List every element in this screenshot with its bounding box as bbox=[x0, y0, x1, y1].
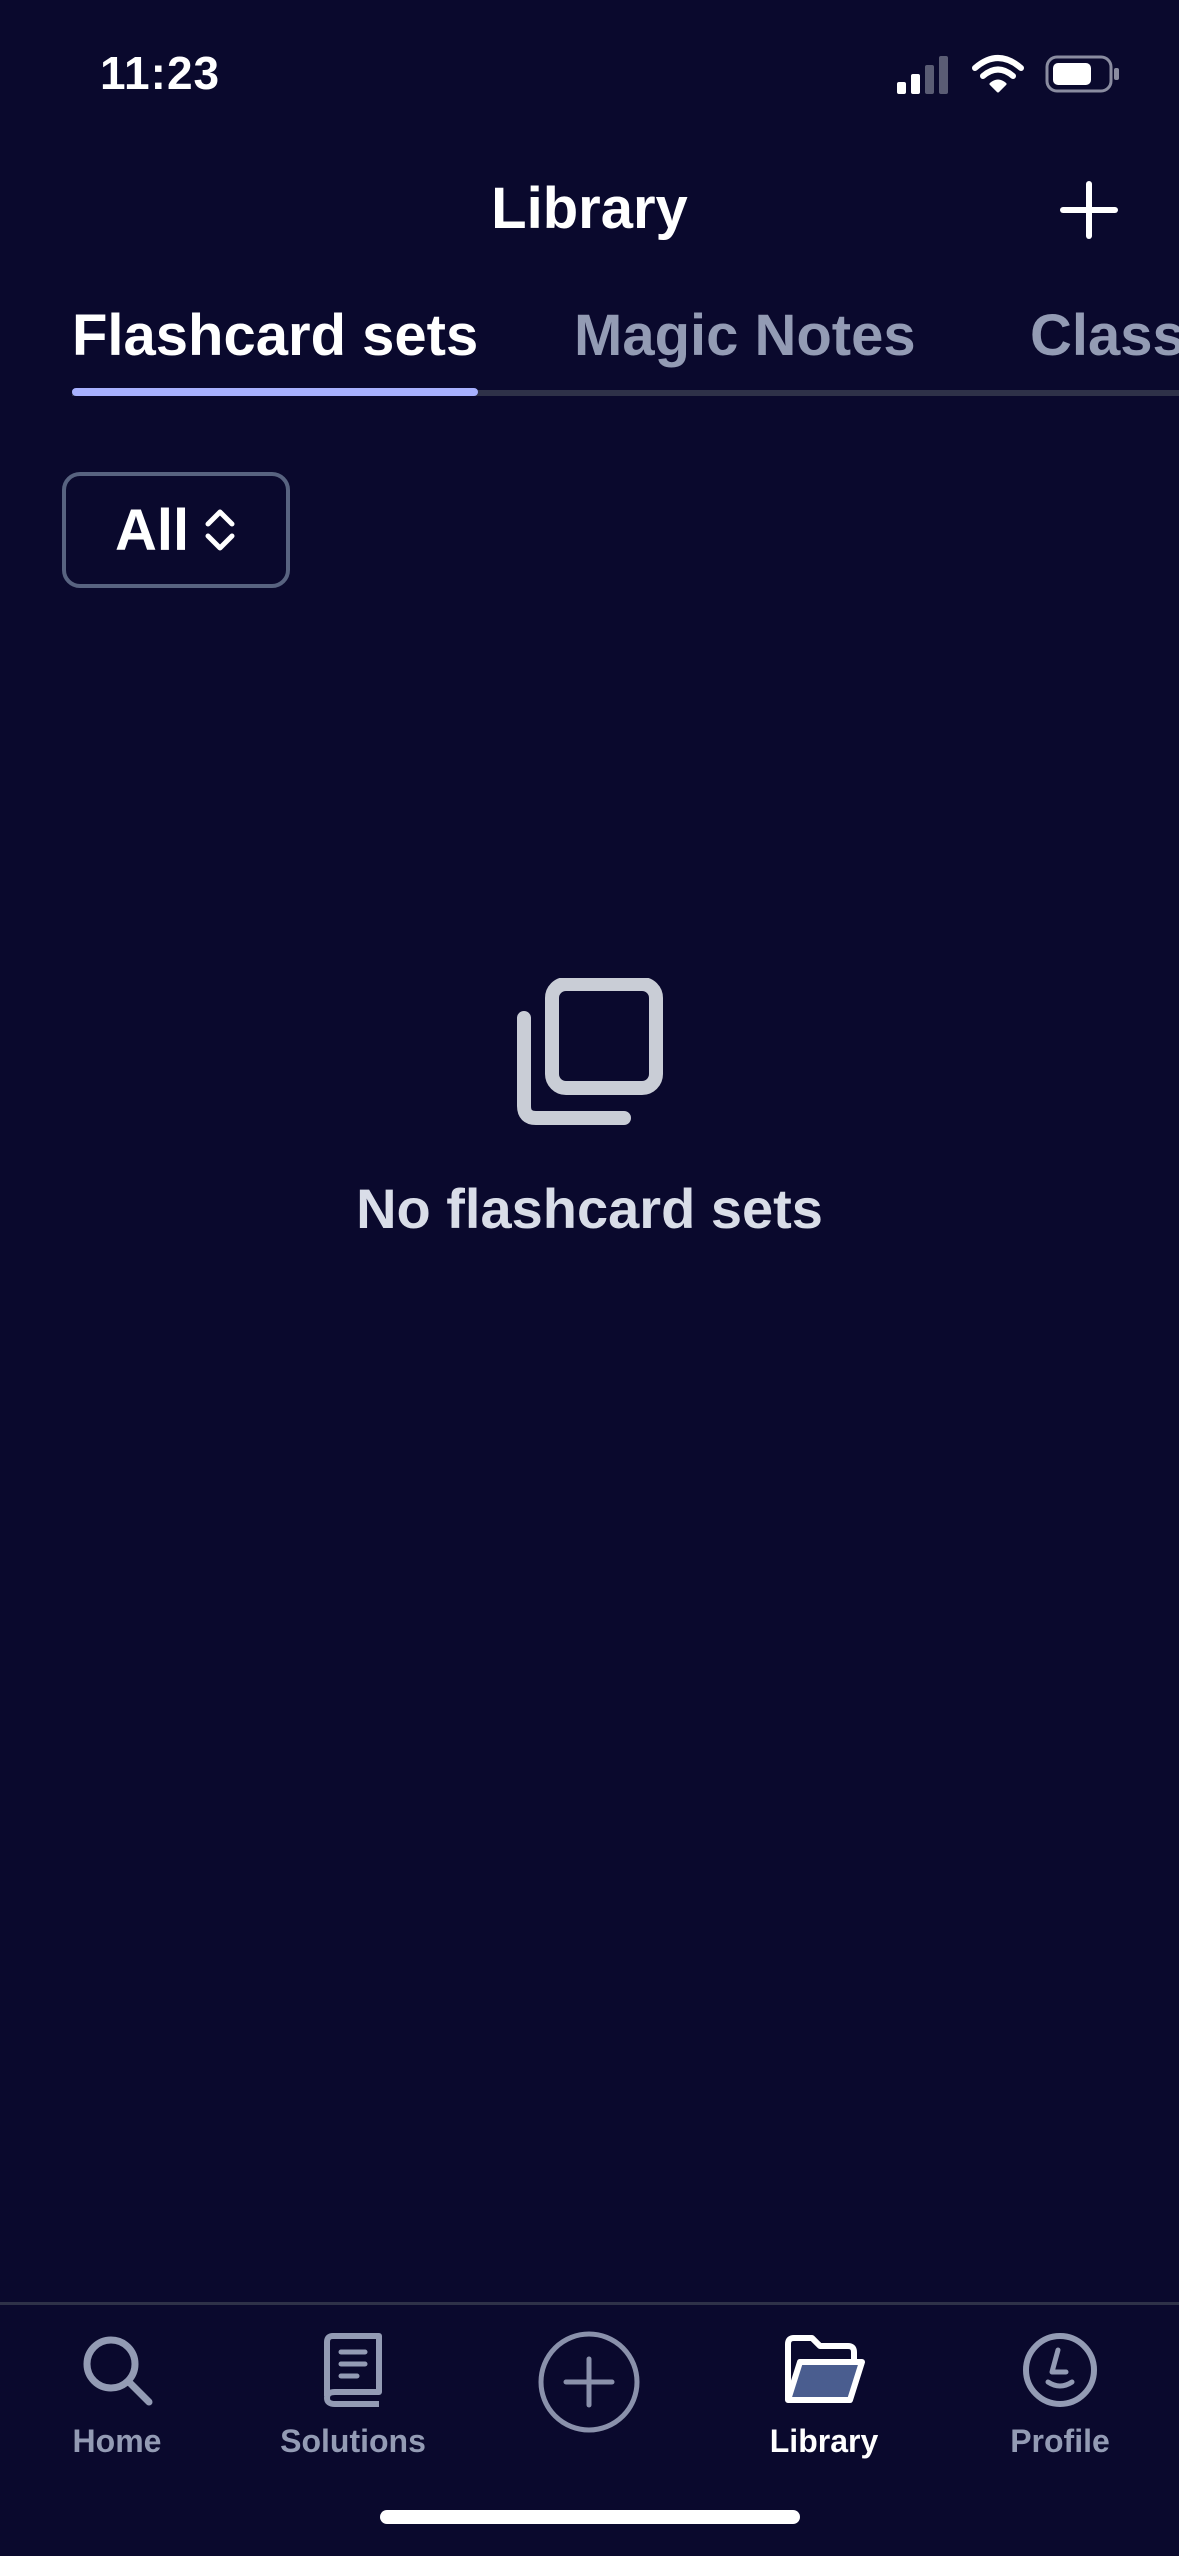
tab-classes[interactable]: Classes bbox=[1030, 302, 1179, 369]
nav-item-solutions[interactable]: Solutions bbox=[243, 2325, 463, 2485]
nav-item-library[interactable]: Library bbox=[714, 2325, 934, 2485]
status-time: 11:23 bbox=[100, 47, 221, 99]
nav-label-profile: Profile bbox=[1010, 2423, 1110, 2459]
folder-icon bbox=[785, 2335, 865, 2403]
header: Library bbox=[0, 170, 1179, 250]
wifi-icon bbox=[972, 55, 1024, 93]
empty-state-message: No flashcard sets bbox=[356, 1177, 823, 1240]
nav-item-profile[interactable]: Profile bbox=[950, 2325, 1170, 2485]
nav-item-home[interactable]: Home bbox=[7, 2325, 227, 2485]
flashcards-icon bbox=[517, 978, 663, 1125]
book-icon bbox=[324, 2333, 382, 2407]
plus-icon bbox=[1060, 181, 1118, 239]
filter-label: All bbox=[114, 497, 190, 563]
nav-label-solutions: Solutions bbox=[280, 2423, 426, 2459]
search-icon bbox=[83, 2336, 153, 2406]
avatar-icon bbox=[1023, 2333, 1097, 2407]
plus-circle-icon bbox=[538, 2331, 640, 2433]
active-tab-indicator bbox=[72, 388, 478, 396]
tab-flashcard-sets[interactable]: Flashcard sets bbox=[72, 302, 478, 369]
nav-label-library: Library bbox=[769, 2423, 879, 2459]
battery-icon bbox=[1045, 55, 1119, 93]
tab-magic-notes[interactable]: Magic Notes bbox=[574, 302, 916, 369]
nav-item-create[interactable] bbox=[479, 2329, 699, 2489]
page-title: Library bbox=[491, 176, 688, 241]
library-screen: 11:23 Library Flashcard sets Magic Notes… bbox=[0, 0, 1179, 2556]
filter-dropdown[interactable]: All bbox=[62, 472, 290, 588]
status-bar: 11:23 bbox=[0, 0, 1179, 150]
library-tabs: Flashcard sets Magic Notes Classes bbox=[0, 290, 1179, 398]
status-icons bbox=[897, 50, 1121, 98]
nav-label-home: Home bbox=[72, 2423, 162, 2459]
chevron-up-down-icon bbox=[205, 509, 235, 551]
cellular-signal-icon bbox=[897, 56, 948, 94]
add-button[interactable] bbox=[1049, 170, 1129, 250]
home-indicator bbox=[380, 2510, 800, 2524]
